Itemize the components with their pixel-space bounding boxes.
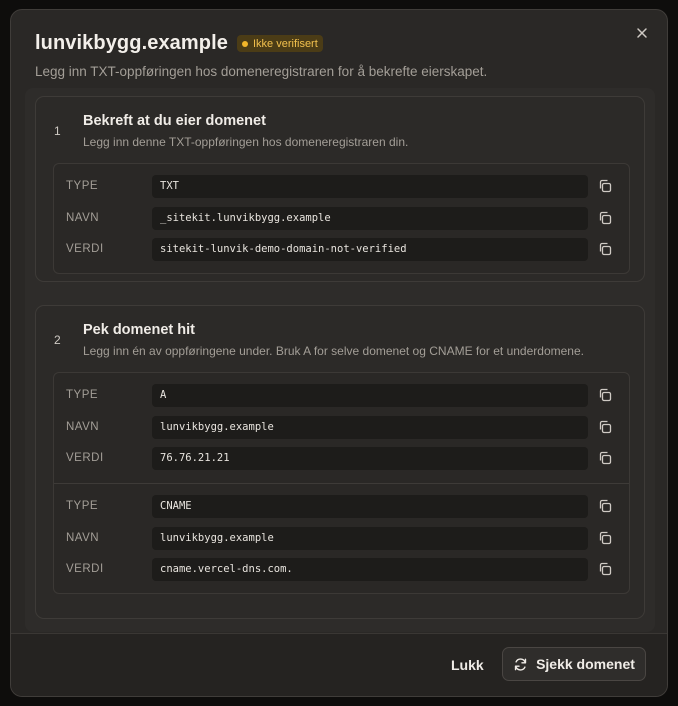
refresh-icon — [514, 657, 527, 671]
record-label: TYPE — [66, 389, 99, 401]
record-label: VERDI — [66, 563, 104, 575]
record-row-value: VERDI cname.vercel-dns.com. — [54, 554, 629, 586]
record-row-value: VERDI sitekit-lunvik-demo-domain-not-ver… — [54, 234, 629, 266]
section-verify-ownership: 1 Bekreft at du eier domenet Legg inn de… — [35, 96, 645, 282]
record-row-name: NAVN lunvikbygg.example — [54, 412, 629, 444]
record-value[interactable]: sitekit-lunvik-demo-domain-not-verified — [152, 238, 588, 261]
record-group-txt: TYPE TXT NAVN _sitekit.lunvikbygg.exampl… — [54, 164, 629, 266]
title-row: lunvikbygg.example Ikke verifisert — [35, 32, 643, 55]
dialog-footer: Lukk Sjekk domenet — [11, 633, 667, 696]
section-description: Legg inn én av oppføringene under. Bruk … — [83, 344, 584, 358]
record-value[interactable]: TXT — [152, 175, 588, 198]
section-header: 1 Bekreft at du eier domenet Legg inn de… — [36, 97, 644, 163]
section-header: 2 Pek domenet hit Legg inn én av oppføri… — [36, 306, 644, 372]
copy-icon[interactable] — [598, 562, 613, 577]
record-value[interactable]: lunvikbygg.example — [152, 415, 588, 439]
copy-icon[interactable] — [598, 211, 613, 226]
section-description: Legg inn denne TXT-oppføringen hos domen… — [83, 135, 409, 149]
record-row-type: TYPE TXT — [54, 171, 629, 203]
check-domain-label: Sjekk domenet — [536, 656, 635, 672]
record-label: VERDI — [66, 243, 104, 255]
dialog-content: 1 Bekreft at du eier domenet Legg inn de… — [25, 88, 655, 632]
record-label: NAVN — [66, 531, 100, 544]
record-value[interactable]: 76.76.21.21 — [152, 447, 588, 470]
status-badge: Ikke verifisert — [236, 35, 323, 52]
copy-icon[interactable] — [598, 420, 613, 435]
check-domain-button[interactable]: Sjekk domenet — [502, 647, 646, 681]
dns-records-txt: TYPE TXT NAVN _sitekit.lunvikbygg.exampl… — [53, 163, 630, 274]
section-number: 2 — [54, 333, 61, 347]
section-title: Bekreft at du eier domenet — [83, 113, 266, 129]
domain-verification-dialog: lunvikbygg.example Ikke verifisert Legg … — [10, 9, 668, 697]
record-row-name: NAVN _sitekit.lunvikbygg.example — [54, 203, 629, 235]
record-row-value: VERDI 76.76.21.21 — [54, 443, 629, 475]
record-label: VERDI — [66, 452, 104, 464]
record-row-type: TYPE A — [54, 380, 629, 412]
dialog-subtitle: Legg inn TXT-oppføringen hos domeneregis… — [35, 64, 488, 79]
close-button[interactable]: Lukk — [451, 657, 484, 673]
record-value[interactable]: cname.vercel-dns.com. — [152, 558, 588, 581]
record-row-name: NAVN lunvikbygg.example — [54, 523, 629, 555]
record-value[interactable]: A — [152, 384, 588, 407]
record-group-a: TYPE A NAVN lunvikbygg.example VERDI 76.… — [54, 373, 629, 483]
copy-icon[interactable] — [598, 179, 613, 194]
record-value[interactable]: CNAME — [152, 495, 588, 518]
dialog-header: lunvikbygg.example Ikke verifisert Legg … — [35, 32, 643, 79]
record-label: TYPE — [66, 500, 99, 512]
section-title: Pek domenet hit — [83, 322, 195, 338]
status-dot-icon — [241, 40, 248, 47]
record-label: NAVN — [66, 211, 100, 224]
dialog-title: lunvikbygg.example — [35, 32, 228, 54]
copy-icon[interactable] — [598, 499, 613, 514]
record-group-cname: TYPE CNAME NAVN lunvikbygg.example VERDI… — [54, 483, 629, 593]
dns-records-pointing: TYPE A NAVN lunvikbygg.example VERDI 76.… — [53, 372, 630, 594]
copy-icon[interactable] — [598, 242, 613, 257]
copy-icon[interactable] — [598, 388, 613, 403]
section-number: 1 — [54, 124, 61, 138]
copy-icon[interactable] — [598, 531, 613, 546]
record-label: TYPE — [66, 180, 99, 192]
record-value[interactable]: lunvikbygg.example — [152, 526, 588, 550]
copy-icon[interactable] — [598, 451, 613, 466]
close-icon[interactable] — [633, 25, 651, 43]
record-value[interactable]: _sitekit.lunvikbygg.example — [152, 206, 588, 230]
section-point-domain: 2 Pek domenet hit Legg inn én av oppføri… — [35, 305, 645, 619]
record-label: NAVN — [66, 420, 100, 433]
record-row-type: TYPE CNAME — [54, 491, 629, 523]
status-badge-label: Ikke verifisert — [252, 37, 318, 50]
